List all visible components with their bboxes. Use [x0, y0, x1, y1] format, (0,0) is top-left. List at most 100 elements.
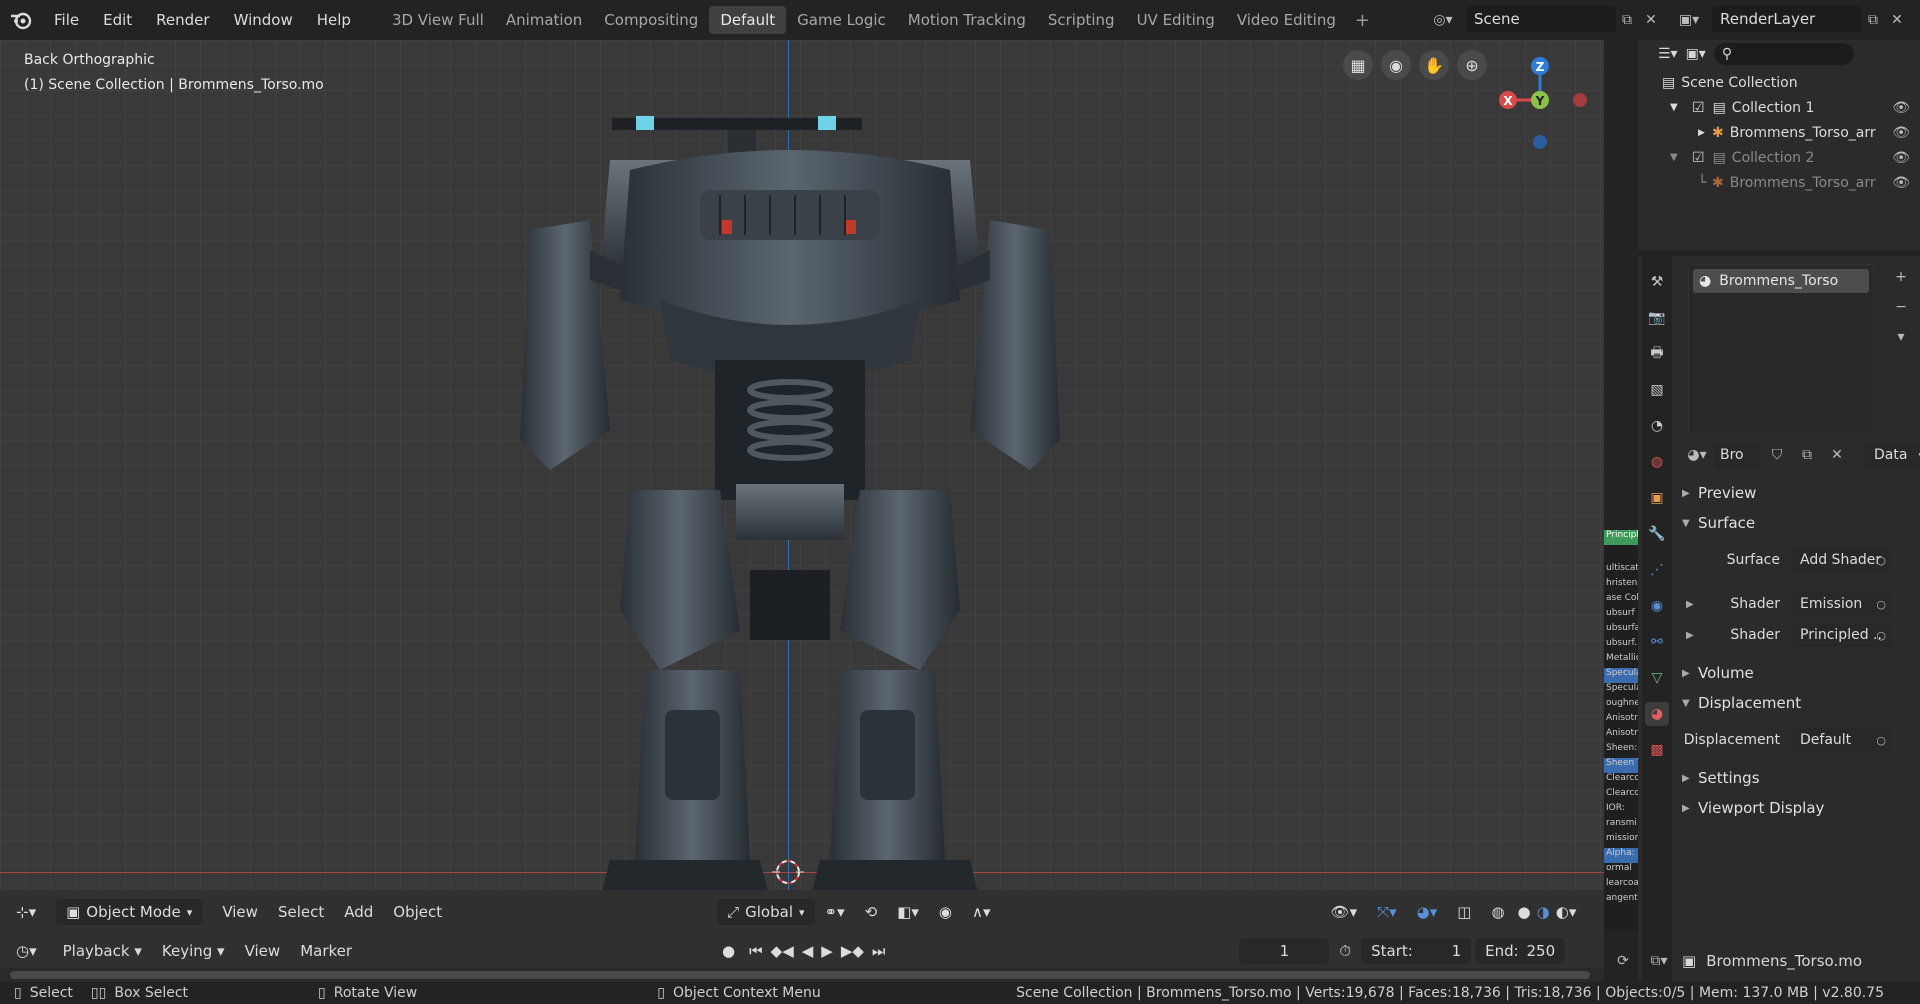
mech-model[interactable]: [460, 70, 1120, 890]
timeline-scrollbar[interactable]: [10, 971, 1590, 979]
add-menu[interactable]: Add: [334, 903, 383, 921]
tab-game-logic[interactable]: Game Logic: [786, 6, 897, 34]
end-frame-field[interactable]: End: 250: [1475, 938, 1566, 964]
blender-logo-icon[interactable]: [6, 5, 36, 35]
checkbox-icon[interactable]: ☑: [1692, 100, 1705, 116]
new-render-layer-icon[interactable]: ⧉: [1860, 7, 1886, 33]
duplicate-material-icon[interactable]: ⧉: [1794, 442, 1820, 468]
section-viewport-display[interactable]: ▶ Viewport Display: [1682, 795, 1918, 821]
tab-uv-editing[interactable]: UV Editing: [1126, 6, 1226, 34]
outliner-item-armature-2[interactable]: └ ✱ Brommens_Torso_arr 👁: [1638, 170, 1920, 195]
scene-tab-icon[interactable]: ◔: [1645, 414, 1669, 438]
timeline-editor-icon[interactable]: ◷▾: [6, 942, 47, 960]
expand-arrow-icon[interactable]: ▼: [1670, 152, 1686, 163]
outliner-search-input[interactable]: ⚲: [1713, 43, 1854, 65]
eye-icon[interactable]: 👁: [1892, 150, 1910, 166]
pivot-icon[interactable]: ⚭▾: [815, 903, 855, 921]
object-menu[interactable]: Object: [383, 903, 452, 921]
proportional-edit-icon[interactable]: ◉: [929, 903, 962, 921]
material-name-field[interactable]: Bro: [1714, 442, 1760, 468]
outliner-scene-collection[interactable]: ▤ Scene Collection: [1638, 70, 1920, 95]
stopwatch-icon[interactable]: ⏱: [1329, 942, 1361, 960]
3d-viewport[interactable]: Back Orthographic (1) Scene Collection |…: [0, 40, 1604, 890]
snap-target-icon[interactable]: ◧▾: [887, 903, 929, 921]
expand-arrow-icon[interactable]: ▶: [1698, 128, 1712, 138]
render-tab-icon[interactable]: 📷: [1645, 306, 1669, 330]
current-frame-field[interactable]: 1: [1239, 938, 1330, 964]
material-shading-icon[interactable]: ◑: [1534, 903, 1553, 921]
add-workspace-button[interactable]: +: [1347, 10, 1378, 31]
menu-render[interactable]: Render: [144, 0, 221, 40]
render-layer-icon[interactable]: ▣▾: [1676, 7, 1702, 33]
record-icon[interactable]: ●: [712, 942, 745, 960]
display-mode-icon[interactable]: ▣▾: [1686, 46, 1706, 62]
prev-keyframe-icon[interactable]: ◆◀: [767, 942, 798, 960]
section-settings[interactable]: ▶ Settings: [1682, 765, 1918, 791]
slot-menu-button[interactable]: ▾: [1888, 324, 1914, 350]
jump-end-icon[interactable]: ⏭: [868, 942, 890, 960]
refresh-icon[interactable]: ⟳: [1610, 948, 1636, 974]
play-icon[interactable]: ▶: [817, 942, 837, 960]
menu-edit[interactable]: Edit: [91, 0, 144, 40]
section-volume[interactable]: ▶ Volume: [1682, 660, 1918, 686]
scene-selector[interactable]: Scene: [1466, 6, 1616, 32]
tool-tab-icon[interactable]: ⚒: [1645, 270, 1669, 294]
constraints-tab-icon[interactable]: ⚯: [1645, 630, 1669, 654]
world-tab-icon[interactable]: ◍: [1645, 450, 1669, 474]
select-menu[interactable]: Select: [268, 903, 334, 921]
keying-menu[interactable]: Keying ▾: [152, 942, 235, 960]
tab-3d-view-full[interactable]: 3D View Full: [381, 6, 495, 34]
output-tab-icon[interactable]: 🖶: [1645, 342, 1669, 366]
orientation-dropdown[interactable]: ⤢ Global ▾: [717, 899, 815, 925]
section-displacement[interactable]: ▼ Displacement: [1682, 690, 1918, 716]
outliner-item-collection-1[interactable]: ▼ ☑ ▤ Collection 1 👁: [1638, 95, 1920, 120]
scene-icon[interactable]: ◎▾: [1430, 7, 1456, 33]
3d-cursor-icon[interactable]: [772, 856, 804, 888]
section-preview[interactable]: ▶ Preview: [1682, 480, 1918, 506]
marker-menu[interactable]: Marker: [290, 942, 362, 960]
unlink-material-icon[interactable]: ✕: [1824, 442, 1850, 468]
displacement-field[interactable]: Default ○: [1792, 728, 1892, 752]
properties-editor-icon[interactable]: ⧉▾: [1646, 948, 1672, 974]
tab-video-editing[interactable]: Video Editing: [1226, 6, 1347, 34]
navigation-gizmo[interactable]: Z X Y: [1484, 48, 1594, 158]
physics-tab-icon[interactable]: ◉: [1645, 594, 1669, 618]
surface-shader-field[interactable]: Add Shader ○: [1792, 548, 1892, 572]
grid-toggle-icon[interactable]: ▦: [1343, 50, 1373, 80]
tab-default[interactable]: Default: [709, 6, 787, 34]
expand-arrow-icon[interactable]: ▶: [1686, 599, 1694, 610]
rendered-shading-icon[interactable]: ◐▾: [1553, 903, 1580, 921]
render-layer-selector[interactable]: RenderLayer: [1712, 6, 1862, 32]
next-keyframe-icon[interactable]: ▶◆: [837, 942, 868, 960]
menu-help[interactable]: Help: [305, 0, 363, 40]
camera-view-icon[interactable]: ◉: [1381, 50, 1411, 80]
editor-type-icon[interactable]: ⊹▾: [6, 903, 46, 921]
modifier-tab-icon[interactable]: 🔧: [1645, 522, 1669, 546]
view-layer-tab-icon[interactable]: ▧: [1645, 378, 1669, 402]
particles-tab-icon[interactable]: ⋰: [1645, 558, 1669, 582]
checkbox-icon[interactable]: ☑: [1692, 150, 1705, 166]
delete-scene-icon[interactable]: ✕: [1638, 7, 1664, 33]
playback-menu[interactable]: Playback ▾: [53, 942, 152, 960]
falloff-icon[interactable]: ∧▾: [962, 903, 1001, 921]
texture-tab-icon[interactable]: ▩: [1645, 738, 1669, 762]
material-tab-icon[interactable]: ◕: [1645, 702, 1669, 726]
timeline-view-menu[interactable]: View: [235, 942, 291, 960]
tab-motion-tracking[interactable]: Motion Tracking: [897, 6, 1037, 34]
gizmo-toggle-icon[interactable]: ⤧▾: [1367, 903, 1407, 921]
play-reverse-icon[interactable]: ◀: [798, 942, 818, 960]
object-tab-icon[interactable]: ▣: [1645, 486, 1669, 510]
eye-icon[interactable]: 👁: [1892, 125, 1910, 141]
shader2-field[interactable]: Principled .. ○: [1792, 623, 1892, 647]
timeline-scrubber[interactable]: [0, 968, 1604, 982]
delete-render-layer-icon[interactable]: ✕: [1884, 7, 1910, 33]
start-frame-field[interactable]: Start: 1: [1361, 938, 1472, 964]
eye-icon[interactable]: 👁: [1892, 100, 1910, 116]
menu-window[interactable]: Window: [222, 0, 305, 40]
menu-file[interactable]: File: [42, 0, 91, 40]
expand-arrow-icon[interactable]: ▼: [1670, 102, 1686, 113]
link-dropdown[interactable]: Data ▾: [1864, 442, 1920, 468]
mode-dropdown[interactable]: ▣ Object Mode ▾: [56, 899, 203, 925]
new-scene-icon[interactable]: ⧉: [1614, 7, 1640, 33]
expand-arrow-icon[interactable]: ▶: [1686, 630, 1694, 641]
